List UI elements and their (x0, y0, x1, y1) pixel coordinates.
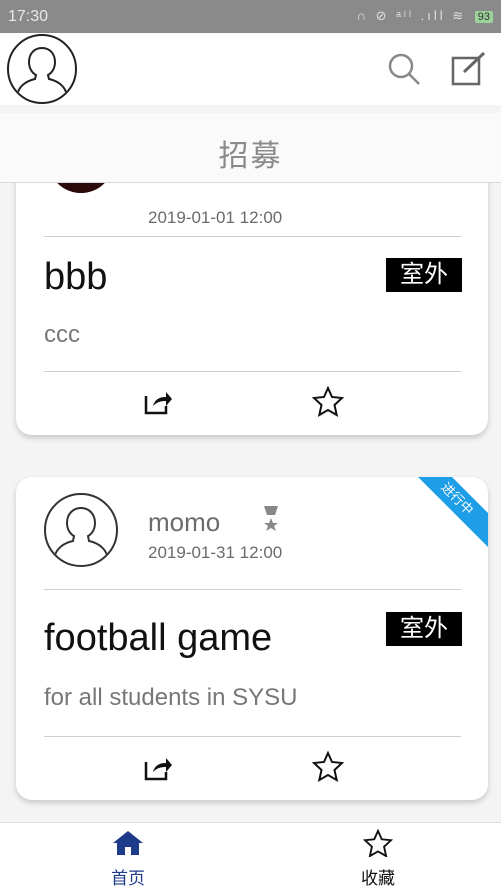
avatar-icon (17, 47, 67, 93)
nav-home[interactable]: 首页 (88, 829, 168, 889)
event-title: football game (44, 617, 273, 659)
share-button[interactable] (143, 388, 173, 416)
user-avatar[interactable] (7, 34, 77, 104)
favorite-button[interactable] (311, 750, 345, 783)
status-ribbon: 进行中 (406, 477, 488, 550)
bottom-navigation: 首页 收藏 (0, 822, 501, 892)
nav-favorites-label: 收藏 (361, 869, 395, 888)
post-card[interactable]: 2019-01-01 12:00 bbb 室外 ccc (16, 183, 488, 435)
divider (44, 236, 461, 237)
compose-button[interactable] (450, 50, 488, 88)
event-description: for all students in SYSU (44, 684, 298, 711)
post-time: 2019-01-31 12:00 (148, 543, 283, 562)
star-outline-icon (311, 750, 345, 782)
event-title: bbb (44, 256, 108, 298)
event-tag: 室外 (386, 258, 462, 292)
share-button[interactable] (143, 754, 173, 782)
star-outline-icon (311, 385, 345, 417)
nav-favorites[interactable]: 收藏 (338, 828, 418, 889)
event-tag: 室外 (386, 612, 462, 646)
share-icon (144, 758, 172, 781)
page-title-bar: 招募 (0, 113, 501, 183)
search-icon (388, 53, 420, 85)
status-icons: ∩ ⊘ ᵃˡˡ .ıll ≋ 93 (357, 8, 493, 24)
battery-icon: 93 (474, 11, 493, 23)
app-bar (0, 33, 501, 105)
star-icon (362, 828, 394, 858)
share-icon (144, 392, 172, 415)
poster-avatar[interactable] (44, 493, 118, 567)
page-title: 招募 (218, 140, 283, 173)
avatar-image-icon (57, 183, 105, 193)
favorite-button[interactable] (311, 385, 345, 418)
status-time: 17:30 (8, 8, 49, 25)
post-card[interactable]: 进行中 momo 2019-01-31 12:00 football game … (16, 477, 488, 800)
avatar-icon (54, 507, 108, 556)
divider (44, 371, 461, 372)
status-bar: 17:30 ∩ ⊘ ᵃˡˡ .ıll ≋ 93 (0, 0, 501, 33)
event-description: ccc (44, 321, 80, 348)
home-icon (113, 831, 143, 855)
edit-icon (451, 51, 486, 86)
divider (44, 736, 461, 737)
nav-home-label: 首页 (111, 869, 145, 888)
status-indicators: ∩ ⊘ ᵃˡˡ .ıll ≋ (356, 8, 467, 23)
post-feed[interactable]: 2019-01-01 12:00 bbb 室外 ccc 进行中 momo 201… (0, 183, 501, 821)
search-button[interactable] (386, 51, 422, 87)
post-time: 2019-01-01 12:00 (148, 208, 283, 227)
poster-avatar[interactable] (48, 183, 114, 193)
poster-name: momo (148, 507, 221, 537)
divider (44, 589, 461, 590)
medal-icon (262, 505, 280, 533)
